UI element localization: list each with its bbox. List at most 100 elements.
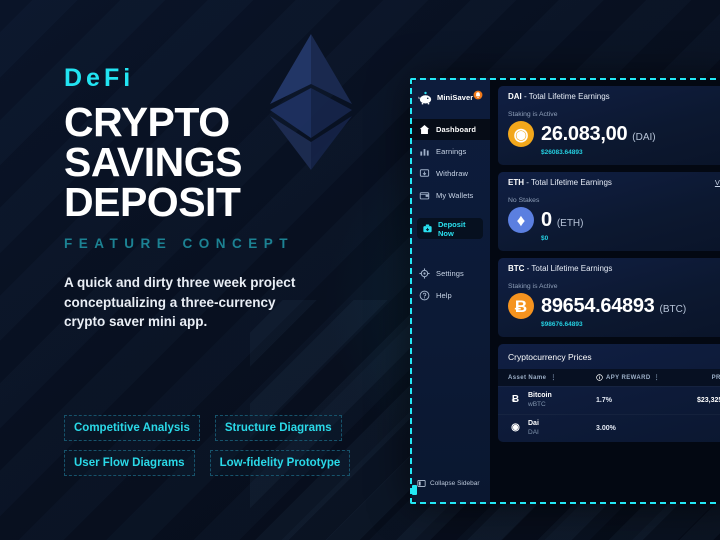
poster-canvas: DeFi CRYPTO SAVINGS DEPOSIT FEATURE CONC… [0,0,720,540]
earnings-card-dai[interactable]: DAI - Total Lifetime Earnings Staking is… [498,86,720,165]
card-title-suffix: - Total Lifetime Earnings [524,264,613,273]
home-icon [419,125,430,134]
tag-competitive-analysis[interactable]: Competitive Analysis [64,415,200,441]
coin-glyph: ◉ [513,124,529,144]
selection-handle[interactable] [412,485,417,495]
tag-user-flow-diagrams[interactable]: User Flow Diagrams [64,450,195,476]
asset-price: $23,325.75 [696,396,720,404]
sidebar-item-help[interactable]: Help [410,285,490,306]
sidebar-item-my-wallets[interactable]: My Wallets [410,185,490,206]
tag-list: Competitive Analysis Structure Diagrams … [64,415,354,476]
coin-glyph: Ƀ [511,394,520,406]
asset-cell: Ƀ Bitcoin wBTC [508,392,596,409]
hero-title-line-2: SAVINGS [64,138,243,185]
info-icon[interactable] [596,374,603,381]
tag-structure-diagrams[interactable]: Structure Diagrams [214,415,342,441]
dai-coin-icon-small: ◉ [508,421,523,436]
hero-title-line-1: CRYPTO [64,99,230,145]
dai-coin-icon: ◉ [508,121,534,147]
card-amount-currency: (BTC) [659,304,687,315]
sidebar-item-label: Settings [436,269,464,278]
card-amount: 26.083,00 [541,123,628,145]
sidebar-item-earnings[interactable]: Earnings [410,141,490,162]
help-icon [419,290,430,301]
coin-glyph: ◉ [511,422,520,434]
card-amount: 89654.64893 [541,295,655,317]
table-header-row: Asset Name ⋮ APY REWARD ⋮ PR [498,369,720,386]
deposit-now-label: Deposit Now [438,219,466,238]
card-title-suffix: - Total Lifetime Earnings [524,178,612,187]
deposit-now-button[interactable]: Deposit Now [417,218,483,239]
earnings-card-btc[interactable]: BTC - Total Lifetime Earnings Staking is… [498,258,720,337]
card-status: Staking is Active [508,111,558,118]
asset-symbol: wBTC [528,400,546,408]
sidebar-item-label: Help [436,291,452,300]
piggy-bank-icon [418,91,432,105]
app-mockup: MiniSaver Dashboard Earnings Withdraw My… [410,78,720,504]
card-currency: DAI [508,92,522,101]
sidebar-nav: Dashboard Earnings Withdraw My Wallets D… [410,119,490,306]
card-header: BTC - Total Lifetime Earnings [498,258,720,278]
column-header-apy[interactable]: APY REWARD ⋮ [596,374,674,381]
card-amount: 0 [541,209,552,231]
card-body: Staking is Active Ƀ 89654.64893 (BTC) $9… [498,278,720,337]
column-header-price[interactable]: PRICE [674,375,720,381]
bell-icon[interactable] [473,90,483,100]
hero-description: A quick and dirty three week project con… [64,275,296,330]
asset-price: $1 [674,425,720,432]
card-title: BTC - Total Lifetime Earnings [508,264,612,273]
table-row[interactable]: ◉ Dai DAI 3.00% $1 [498,414,720,442]
tag-low-fidelity-prototype[interactable]: Low-fidelity Prototype [209,450,351,476]
app-sidebar: MiniSaver Dashboard Earnings Withdraw My… [410,78,490,504]
sidebar-item-settings[interactable]: Settings [410,263,490,284]
sidebar-item-withdraw[interactable]: Withdraw [410,163,490,184]
panel-collapse-icon [417,479,426,488]
card-body: No Stakes ♦ 0 (ETH) $0 [498,192,720,251]
sidebar-item-label: Withdraw [436,169,469,178]
sort-icon[interactable]: ⋮ [550,374,556,381]
sidebar-item-label: My Wallets [436,191,474,200]
card-currency: BTC [508,264,525,273]
bar-chart-icon [420,149,429,156]
column-header-label: Asset Name [508,374,547,381]
btc-coin-icon: Ƀ [508,293,534,319]
collapse-sidebar-label: Collapse Sidebar [430,480,480,487]
collapse-sidebar-button[interactable]: Collapse Sidebar [417,479,480,488]
earnings-card-eth[interactable]: ETH - Total Lifetime Earnings View No St… [498,172,720,251]
wallet-icon [419,192,430,200]
sidebar-item-label: Earnings [436,147,467,156]
sidebar-item-dashboard[interactable]: Dashboard [410,119,490,140]
column-header-asset-name[interactable]: Asset Name ⋮ [508,374,596,382]
coin-glyph: ♦ [516,210,526,230]
crypto-prices-table: Cryptocurrency Prices Asset Name ⋮ APY R… [498,344,720,442]
asset-apy: 1.7% [596,396,612,404]
btc-coin-icon-small: Ƀ [508,393,523,408]
card-title: DAI - Total Lifetime Earnings [508,92,610,101]
view-link[interactable]: View [715,178,720,187]
card-sub-amount: $98676.64893 [541,321,583,328]
app-brand[interactable]: MiniSaver [410,87,490,105]
amount-row: Ƀ 89654.64893 (BTC) [508,293,720,319]
hero-text-block: DeFi CRYPTO SAVINGS DEPOSIT FEATURE CONC… [64,66,384,332]
hero-eyebrow: DeFi [64,64,135,92]
sort-icon[interactable]: ⋮ [654,374,660,381]
card-title: ETH - Total Lifetime Earnings [508,178,612,187]
card-header: ETH - Total Lifetime Earnings View [498,172,720,192]
card-header: DAI - Total Lifetime Earnings [498,86,720,106]
app-main-panel: DAI - Total Lifetime Earnings Staking is… [490,78,720,504]
sidebar-item-label: Dashboard [436,125,477,134]
table-row[interactable]: Ƀ Bitcoin wBTC 1.7% $23,325.75 [498,386,720,414]
card-amount-currency: (ETH) [556,218,584,229]
column-header-label: APY REWARD [606,374,651,381]
eth-coin-icon: ♦ [508,207,534,233]
hero-title-line-3: DEPOSIT [64,178,241,225]
table-title: Cryptocurrency Prices [508,352,592,362]
deposit-icon [423,224,432,233]
hero-title: CRYPTO SAVINGS DEPOSIT [64,99,384,225]
asset-symbol: DAI [528,428,539,436]
withdraw-icon [419,169,430,177]
hero-subtitle: FEATURE CONCEPT [64,236,295,252]
gear-icon [419,268,430,279]
card-status: Staking is Active [508,283,558,290]
card-amount-currency: (DAI) [632,132,656,143]
